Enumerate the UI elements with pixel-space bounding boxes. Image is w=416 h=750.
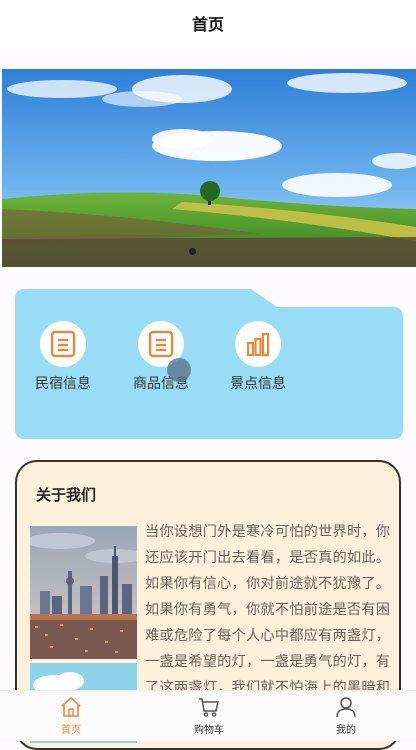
home-icon — [36, 695, 106, 719]
floating-drag-handle[interactable] — [167, 358, 191, 382]
bar-chart-icon — [235, 321, 281, 367]
category-attractions[interactable]: 景点信息 — [208, 321, 308, 393]
category-goods[interactable]: 商品信息 — [111, 321, 211, 393]
tab-cart[interactable]: 购物车 — [174, 695, 244, 736]
tab-label: 购物车 — [194, 725, 224, 736]
about-title: 关于我们 — [36, 486, 97, 504]
category-panel: 民宿信息 商品信息 景点信息 — [15, 289, 403, 439]
category-label: 景点信息 — [230, 376, 286, 392]
tab-label: 首页 — [61, 725, 81, 736]
tab-label: 我的 — [336, 725, 356, 736]
category-label: 民宿信息 — [35, 376, 91, 392]
tab-profile[interactable]: 我的 — [311, 695, 381, 736]
tab-home[interactable]: 首页 — [36, 695, 106, 736]
bottom-tab-bar: 首页 购物车 我的 — [0, 690, 416, 741]
carousel-indicator-dot[interactable] — [189, 248, 196, 255]
category-homestay[interactable]: 民宿信息 — [13, 321, 113, 393]
banner-carousel[interactable] — [2, 69, 416, 267]
document-icon — [40, 321, 86, 367]
page-title: 首页 — [0, 0, 416, 50]
cart-icon — [174, 695, 244, 719]
city-skyline-image — [30, 526, 137, 659]
category-label: 商品信息 — [133, 376, 189, 392]
user-icon — [311, 695, 381, 719]
banner-landscape-image — [2, 69, 416, 267]
